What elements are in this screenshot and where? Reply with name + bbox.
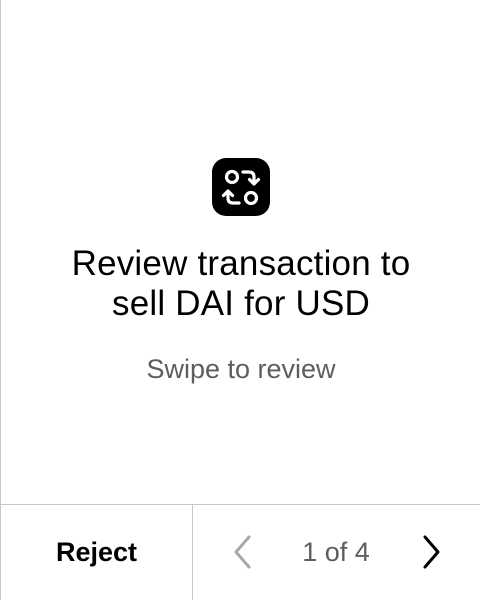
chevron-left-icon xyxy=(234,535,251,569)
chevron-right-icon xyxy=(423,535,440,569)
reject-button[interactable]: Reject xyxy=(1,505,193,600)
title-line-1: Review transaction to xyxy=(71,244,411,283)
title-line-2: sell DAI for USD xyxy=(112,284,370,323)
swipe-hint: Swipe to review xyxy=(146,354,336,384)
review-screen: Review transaction to sell DAI for USD S… xyxy=(0,0,480,600)
page-title: Review transaction to sell DAI for USD xyxy=(21,244,461,324)
swap-arrows-icon xyxy=(212,158,270,216)
action-footer: Reject 1 of 4 xyxy=(1,504,480,600)
review-content[interactable]: Review transaction to sell DAI for USD S… xyxy=(1,0,480,504)
pager: 1 of 4 xyxy=(194,505,480,600)
previous-page-button[interactable] xyxy=(226,532,262,572)
page-indicator: 1 of 4 xyxy=(302,537,370,567)
next-page-button[interactable] xyxy=(412,532,448,572)
